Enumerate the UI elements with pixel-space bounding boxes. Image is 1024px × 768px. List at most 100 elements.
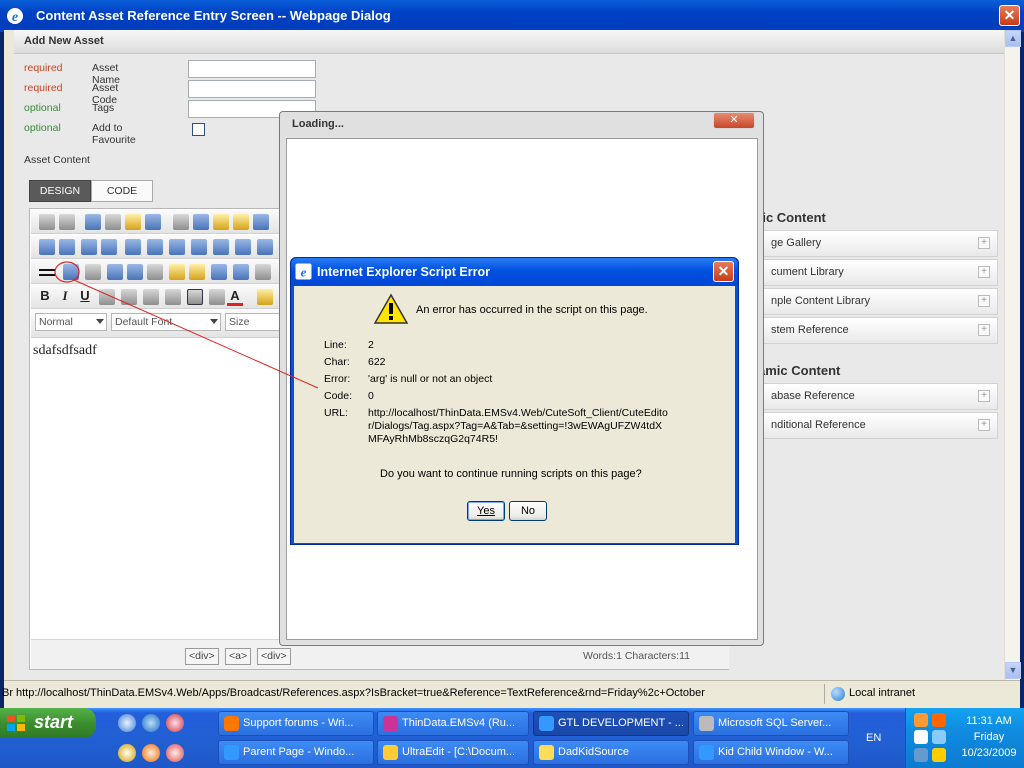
tag-selector-div[interactable]: <div> (257, 648, 291, 665)
remove-link-icon[interactable] (85, 264, 101, 280)
asset-name-input[interactable] (188, 60, 316, 78)
anchor-icon[interactable] (107, 264, 123, 280)
network-icon[interactable] (932, 730, 946, 744)
window-close-button[interactable]: ✕ (999, 5, 1020, 26)
no-button[interactable]: No (509, 501, 547, 521)
preview-icon[interactable] (59, 214, 75, 230)
insert-row-below-icon[interactable] (81, 239, 97, 255)
size-select[interactable]: Size (225, 313, 285, 331)
clock[interactable]: 11:31 AM Friday 10/23/2009 (956, 713, 1022, 761)
ie-quicklaunch-icon[interactable] (142, 714, 160, 732)
expand-icon[interactable]: + (978, 324, 990, 336)
tray-firefox-icon[interactable] (932, 713, 946, 727)
start-button[interactable]: start (0, 708, 96, 738)
asset-code-input[interactable] (188, 80, 316, 98)
insert-media-icon[interactable] (147, 264, 163, 280)
italic-button[interactable]: I (57, 288, 73, 304)
paragraph-icon[interactable] (187, 289, 203, 305)
error-dialog-title-bar[interactable]: e Internet Explorer Script Error ✕ (291, 258, 738, 286)
task-sql-server[interactable]: Microsoft SQL Server... (693, 711, 849, 736)
split-cell-icon[interactable] (257, 239, 273, 255)
merge-cells-icon[interactable] (235, 239, 251, 255)
paste-text-icon[interactable] (233, 214, 249, 230)
insert-table-icon[interactable] (39, 239, 55, 255)
insert-column-right-icon[interactable] (147, 239, 163, 255)
tray-security-icon[interactable] (914, 748, 928, 762)
align-right-icon[interactable] (143, 289, 159, 305)
insert-row-above-icon[interactable] (59, 239, 75, 255)
task-ultraedit[interactable]: UltraEdit - [C:\Docum... (377, 740, 529, 765)
delete-column-icon[interactable] (169, 239, 185, 255)
expand-icon[interactable]: + (978, 295, 990, 307)
side-item-sample-content-library[interactable]: nple Content Library + (758, 288, 998, 315)
tag-selector-a[interactable]: <a> (225, 648, 252, 665)
expand-icon[interactable]: + (978, 266, 990, 278)
insert-image-icon[interactable] (127, 264, 143, 280)
format-painter-icon[interactable] (125, 214, 141, 230)
vertical-scrollbar[interactable]: ▲ ▼ (1004, 30, 1021, 680)
side-item-image-gallery[interactable]: ge Gallery + (758, 230, 998, 257)
scroll-up-arrow[interactable]: ▲ (1005, 30, 1021, 47)
insert-cell-icon[interactable] (191, 239, 207, 255)
yes-button[interactable]: Yes (467, 501, 505, 521)
tab-code[interactable]: CODE (91, 180, 153, 202)
copy-icon[interactable] (193, 214, 209, 230)
language-indicator[interactable]: EN (866, 732, 881, 744)
task-dadkidsource[interactable]: DadKidSource (533, 740, 689, 765)
print-icon[interactable] (39, 214, 55, 230)
select-icon[interactable] (255, 264, 271, 280)
task-support-forums[interactable]: Support forums - Wri... (218, 711, 374, 736)
delete-cell-icon[interactable] (213, 239, 229, 255)
task-parent-page[interactable]: Parent Page - Windo... (218, 740, 374, 765)
insert-layer-icon[interactable] (189, 264, 205, 280)
pointer-icon[interactable] (233, 264, 249, 280)
insert-link-icon[interactable] (63, 264, 79, 280)
tab-design[interactable]: DESIGN (29, 180, 91, 202)
horizontal-rule-icon[interactable] (39, 264, 55, 280)
font-color-button[interactable]: A (227, 288, 243, 306)
firefox-quicklaunch-icon[interactable] (142, 744, 160, 762)
expand-icon[interactable]: + (978, 237, 990, 249)
bold-button[interactable]: B (37, 288, 53, 303)
align-left-icon[interactable] (99, 289, 115, 305)
align-center-icon[interactable] (121, 289, 137, 305)
task-thindata[interactable]: ThinData.EMSv4 (Ru... (377, 711, 529, 736)
eraser-icon[interactable] (209, 289, 225, 305)
folder-quicklaunch-icon[interactable] (118, 744, 136, 762)
side-item-conditional-reference[interactable]: nditional Reference + (758, 412, 998, 439)
app-quicklaunch-icon[interactable] (166, 714, 184, 732)
tag-selector-div[interactable]: <div> (185, 648, 219, 665)
insert-column-left-icon[interactable] (125, 239, 141, 255)
loading-window-close-button[interactable]: ✕ (713, 112, 755, 129)
favourite-checkbox[interactable] (192, 123, 205, 136)
cleanup-icon[interactable] (105, 214, 121, 230)
underline-button[interactable]: U (77, 288, 93, 303)
spellcheck-icon[interactable] (145, 214, 161, 230)
delete-row-icon[interactable] (101, 239, 117, 255)
insert-box-icon[interactable] (169, 264, 185, 280)
error-dialog-close-button[interactable]: ✕ (713, 261, 734, 282)
expand-icon[interactable]: + (978, 390, 990, 402)
tray-app-icon[interactable] (914, 713, 928, 727)
task-gtl-development[interactable]: GTL DEVELOPMENT - ... (533, 711, 689, 736)
highlight-icon[interactable] (257, 289, 273, 305)
font-select[interactable]: Default Font (111, 313, 221, 331)
paste-word-icon[interactable] (253, 214, 269, 230)
scroll-down-arrow[interactable]: ▼ (1005, 662, 1021, 679)
side-item-database-reference[interactable]: abase Reference + (758, 383, 998, 410)
tool-quicklaunch-icon[interactable] (166, 744, 184, 762)
expand-icon[interactable]: + (978, 419, 990, 431)
window-title-bar[interactable]: e Content Asset Reference Entry Screen -… (0, 0, 1024, 32)
justify-icon[interactable] (165, 289, 181, 305)
side-item-document-library[interactable]: cument Library + (758, 259, 998, 286)
speaker-icon[interactable] (914, 730, 928, 744)
task-kid-child-window[interactable]: Kid Child Window - W... (693, 740, 849, 765)
paste-icon[interactable] (213, 214, 229, 230)
cut-icon[interactable] (173, 214, 189, 230)
tray-alert-icon[interactable] (932, 748, 946, 762)
format-select[interactable]: Normal (35, 313, 107, 331)
show-desktop-icon[interactable] (118, 714, 136, 732)
insert-grid-icon[interactable] (211, 264, 227, 280)
find-icon[interactable] (85, 214, 101, 230)
side-item-system-reference[interactable]: stem Reference + (758, 317, 998, 344)
